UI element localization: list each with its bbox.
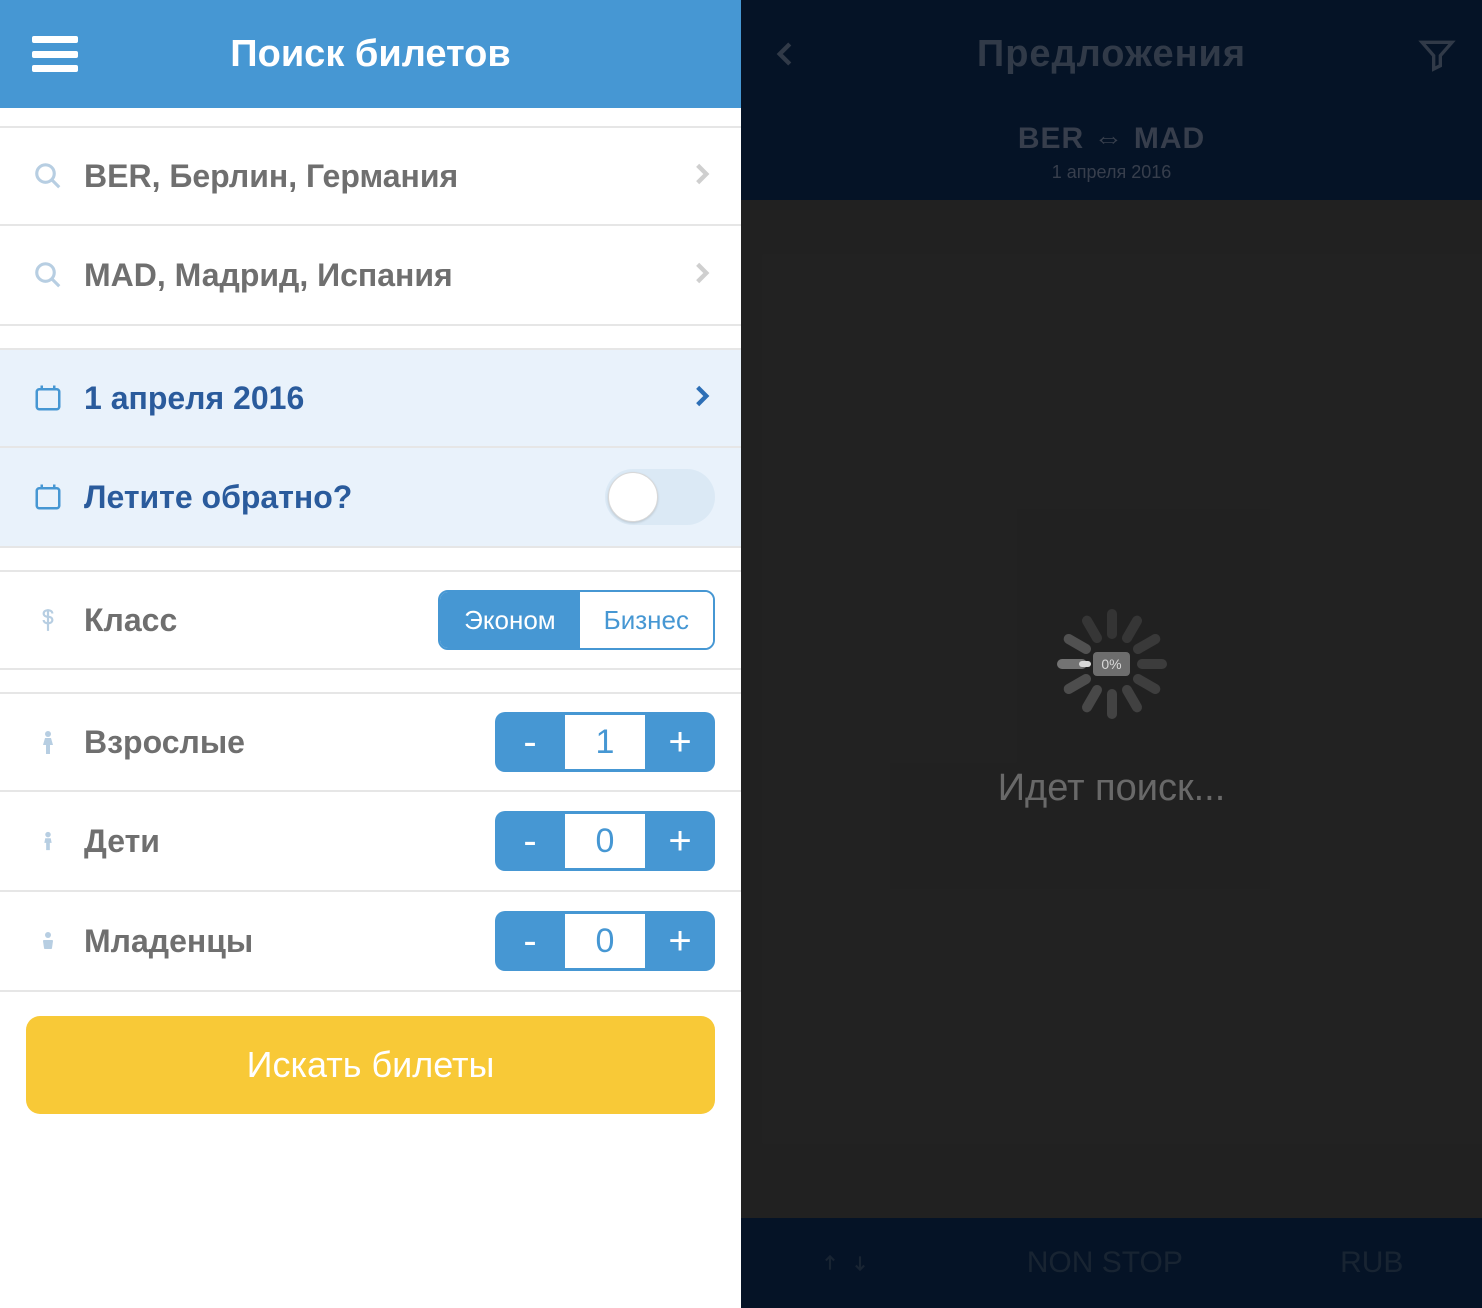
results-body: 0% Идет поиск... — [741, 200, 1482, 1218]
children-label: Дети — [84, 823, 160, 860]
destination-row[interactable]: MAD, Мадрид, Испания — [0, 226, 741, 326]
search-header: Поиск билетов — [0, 0, 741, 108]
search-button[interactable]: Искать билеты — [26, 1016, 715, 1114]
progress-badge: 0% — [1093, 652, 1129, 676]
route-date: 1 апреля 2016 — [741, 162, 1482, 183]
adults-stepper: - 1 + — [495, 712, 715, 772]
return-label: Летите обратно? — [84, 479, 352, 516]
infants-row: Младенцы - 0 + — [0, 892, 741, 992]
origin-label: BER, Берлин, Германия — [84, 158, 689, 195]
chevron-right-icon — [689, 253, 715, 298]
infants-increment[interactable]: + — [645, 911, 715, 971]
menu-icon[interactable] — [32, 36, 78, 72]
class-label: Класс — [84, 602, 177, 639]
sort-button[interactable] — [820, 1248, 870, 1278]
children-value: 0 — [565, 811, 645, 871]
filter-button[interactable] — [1392, 0, 1482, 108]
adult-icon — [26, 725, 70, 759]
infant-icon — [26, 926, 70, 956]
currency-selector[interactable]: RUB — [1340, 1246, 1403, 1280]
calendar-icon — [26, 482, 70, 512]
page-title: Поиск билетов — [0, 33, 741, 76]
results-screen: Предложения BER ⇔ MAD 1 апреля 2016 — [741, 0, 1482, 1308]
results-title: Предложения — [977, 33, 1246, 76]
nonstop-filter[interactable]: NON STOP — [1027, 1246, 1183, 1280]
infants-label: Младенцы — [84, 923, 253, 960]
depart-date-label: 1 апреля 2016 — [84, 380, 689, 417]
depart-date-row[interactable]: 1 апреля 2016 — [0, 348, 741, 448]
return-toggle[interactable] — [605, 469, 715, 525]
loading-text: Идет поиск... — [998, 767, 1226, 810]
economy-option[interactable]: Эконом — [440, 592, 580, 648]
child-icon — [26, 826, 70, 856]
calendar-icon — [26, 383, 70, 413]
children-row: Дети - 0 + — [0, 792, 741, 892]
loading-spinner: 0% — [1057, 609, 1167, 719]
back-button[interactable] — [741, 0, 831, 108]
search-icon — [26, 161, 70, 191]
search-button-label: Искать билеты — [247, 1044, 495, 1086]
children-decrement[interactable]: - — [495, 811, 565, 871]
destination-label: MAD, Мадрид, Испания — [84, 257, 689, 294]
chevron-right-icon — [689, 376, 715, 421]
search-icon — [26, 260, 70, 290]
infants-decrement[interactable]: - — [495, 911, 565, 971]
adults-decrement[interactable]: - — [495, 712, 565, 772]
infants-stepper: - 0 + — [495, 911, 715, 971]
chevron-right-icon — [689, 154, 715, 199]
route-label: BER ⇔ MAD — [741, 122, 1482, 156]
adults-label: Взрослые — [84, 724, 245, 761]
money-icon — [26, 603, 70, 637]
adults-row: Взрослые - 1 + — [0, 692, 741, 792]
return-row: Летите обратно? — [0, 448, 741, 548]
business-option[interactable]: Бизнес — [580, 592, 713, 648]
children-increment[interactable]: + — [645, 811, 715, 871]
results-footer: NON STOP RUB — [741, 1218, 1482, 1308]
children-stepper: - 0 + — [495, 811, 715, 871]
class-segmented: Эконом Бизнес — [438, 590, 715, 650]
class-row: Класс Эконом Бизнес — [0, 570, 741, 670]
origin-row[interactable]: BER, Берлин, Германия — [0, 126, 741, 226]
search-form-screen: Поиск билетов BER, Берлин, Германия MAD,… — [0, 0, 741, 1308]
adults-value: 1 — [565, 712, 645, 772]
results-summary: BER ⇔ MAD 1 апреля 2016 — [741, 108, 1482, 206]
results-header: Предложения — [741, 0, 1482, 108]
infants-value: 0 — [565, 911, 645, 971]
adults-increment[interactable]: + — [645, 712, 715, 772]
